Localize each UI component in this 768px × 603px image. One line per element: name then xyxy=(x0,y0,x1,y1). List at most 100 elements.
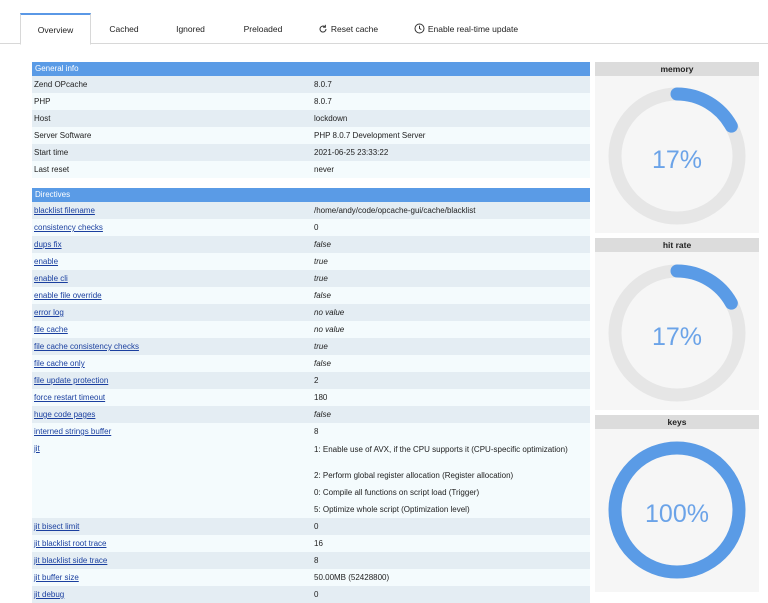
table-row: file cache no value xyxy=(32,321,590,338)
row-key: Server Software xyxy=(34,131,92,140)
table-row: consistency checks 0 xyxy=(32,219,590,236)
directive-link[interactable]: error log xyxy=(34,308,64,317)
table-row: enable true xyxy=(32,253,590,270)
memory-gauge: 17% xyxy=(608,87,746,225)
tab-overview[interactable]: Overview xyxy=(20,13,91,45)
gauge-value-label: 100% xyxy=(645,500,709,528)
directive-link[interactable]: jit debug xyxy=(34,590,64,599)
table-row: interned strings buffer 8 xyxy=(32,423,590,440)
table-row: Zend OPcache 8.0.7 xyxy=(32,76,590,93)
directives-header: Directives xyxy=(32,188,590,202)
table-row: huge code pages false xyxy=(32,406,590,423)
jit-value-line: 5: Optimize whole script (Optimization l… xyxy=(314,505,470,514)
tab-label: Preloaded xyxy=(243,23,283,34)
general-info-table: General info Zend OPcache 8.0.7 PHP 8.0.7 … xyxy=(32,62,590,178)
directive-link[interactable]: jit blacklist root trace xyxy=(34,539,106,548)
table-row: Host lockdown xyxy=(32,110,590,127)
row-value: PHP 8.0.7 Development Server xyxy=(314,131,426,140)
directive-link[interactable]: enable cli xyxy=(34,274,68,283)
directive-link[interactable]: dups fix xyxy=(34,240,62,249)
hit-rate-gauge-panel: hit rate 17% xyxy=(595,238,759,410)
row-value: no value xyxy=(314,325,345,334)
tab-preloaded[interactable]: Preloaded xyxy=(232,13,294,44)
directive-link[interactable]: jit bisect limit xyxy=(34,522,79,531)
jit-row: jit 1: Enable use of AVX, if the CPU sup… xyxy=(32,440,590,518)
tab-label: Ignored xyxy=(176,23,205,34)
directive-link[interactable]: huge code pages xyxy=(34,410,95,419)
table-row: Start time 2021-06-25 23:33:22 xyxy=(32,144,590,161)
row-value: 8.0.7 xyxy=(314,97,332,106)
row-value: never xyxy=(314,165,335,174)
directive-link[interactable]: interned strings buffer xyxy=(34,427,111,436)
directive-link[interactable]: jit buffer size xyxy=(34,573,79,582)
row-value: true xyxy=(314,257,328,266)
directive-link[interactable]: file update protection xyxy=(34,376,108,385)
jit-value-line: 1: Enable use of AVX, if the CPU support… xyxy=(314,445,568,454)
table-row: file cache only false xyxy=(32,355,590,372)
table-row: enable cli true xyxy=(32,270,590,287)
table-row: jit blacklist side trace 8 xyxy=(32,552,590,569)
table-row: jit debug 0 xyxy=(32,586,590,603)
keys-gauge: 100% xyxy=(608,441,746,579)
table-row: jit buffer size 50.00MB (52428800) xyxy=(32,569,590,586)
tab-label: Reset cache xyxy=(330,23,379,34)
row-key: Zend OPcache xyxy=(34,80,88,89)
table-row: jit bisect limit 0 xyxy=(32,518,590,535)
directive-link[interactable]: file cache only xyxy=(34,359,85,368)
reload-icon xyxy=(318,24,328,34)
directive-link[interactable]: file cache consistency checks xyxy=(34,342,139,351)
row-value: 180 xyxy=(314,393,328,402)
row-value: 0 xyxy=(314,223,319,232)
tab-cached[interactable]: Cached xyxy=(96,13,152,44)
directive-link[interactable]: jit blacklist side trace xyxy=(34,556,107,565)
gauge-title: hit rate xyxy=(595,238,759,252)
directive-link[interactable]: jit xyxy=(34,444,40,453)
jit-value-line: 0: Compile all functions on script load … xyxy=(314,488,480,497)
row-value: no value xyxy=(314,308,345,317)
memory-gauge-panel: memory 17% xyxy=(595,62,759,233)
reset-cache-button[interactable]: Reset cache xyxy=(308,13,388,44)
table-row: enable file override false xyxy=(32,287,590,304)
directives-table: Directives blacklist filename/home/andy/… xyxy=(32,188,590,603)
row-value: 8.0.7 xyxy=(314,80,332,89)
row-value: true xyxy=(314,342,328,351)
general-info-header: General info xyxy=(32,62,590,76)
row-value: 2 xyxy=(314,376,319,385)
tab-ignored[interactable]: Ignored xyxy=(163,13,218,44)
directive-link[interactable]: file cache xyxy=(34,325,68,334)
directive-link[interactable]: enable xyxy=(34,257,58,266)
row-value: false xyxy=(314,359,331,368)
directive-link[interactable]: force restart timeout xyxy=(34,393,105,402)
row-value: false xyxy=(314,410,331,419)
table-row: Server Software PHP 8.0.7 Development Ser… xyxy=(32,127,590,144)
enable-realtime-update-button[interactable]: Enable real-time update xyxy=(402,13,530,44)
hit-rate-gauge: 17% xyxy=(608,264,746,402)
gauge-title: memory xyxy=(595,62,759,76)
table-row: Last reset never xyxy=(32,161,590,178)
row-value: 0 xyxy=(314,522,319,531)
row-value: 0 xyxy=(314,590,319,599)
row-value: lockdown xyxy=(314,114,348,123)
row-value: /home/andy/code/opcache-gui/cache/blackl… xyxy=(314,206,476,215)
table-row: PHP 8.0.7 xyxy=(32,93,590,110)
directive-link[interactable]: enable file override xyxy=(34,291,102,300)
tab-label: Overview xyxy=(37,24,74,35)
jit-value-line: 2: Perform global register allocation (R… xyxy=(314,471,514,480)
row-key: PHP xyxy=(34,97,51,106)
table-row: blacklist filename/home/andy/code/opcach… xyxy=(32,202,590,219)
keys-gauge-panel: keys 100% xyxy=(595,415,759,592)
table-row: file cache consistency checks true xyxy=(32,338,590,355)
directive-link[interactable]: blacklist filename xyxy=(34,206,95,215)
gauge-value-label: 17% xyxy=(652,146,702,174)
row-value: false xyxy=(314,291,331,300)
row-value: false xyxy=(314,240,331,249)
gauge-value-label: 17% xyxy=(652,323,702,351)
gauge-title: keys xyxy=(595,415,759,429)
row-key: Start time xyxy=(34,148,69,157)
tab-label: Cached xyxy=(109,23,139,34)
table-row: force restart timeout 180 xyxy=(32,389,590,406)
tab-label: Enable real-time update xyxy=(427,23,519,34)
clock-icon xyxy=(414,23,425,34)
table-row: error log no value xyxy=(32,304,590,321)
directive-link[interactable]: consistency checks xyxy=(34,223,103,232)
